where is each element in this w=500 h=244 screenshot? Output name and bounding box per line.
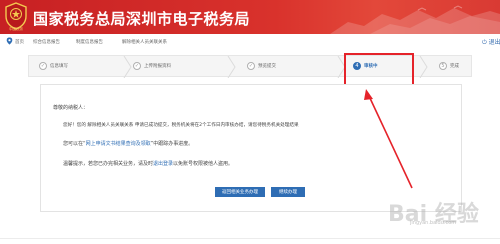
nav-item-system-info[interactable]: 制度信息报告 — [76, 39, 103, 45]
tracking-message: 您可以在“网上申请文书结果查询及领取”中跟踪办事进度。 — [63, 141, 194, 147]
return-related-business-button[interactable]: 返回相关业务办理 — [215, 187, 265, 197]
step-separator — [227, 56, 236, 78]
nav-item-general-info[interactable]: 综合信息报告 — [33, 39, 60, 45]
continue-button[interactable]: 继续办理 — [271, 187, 305, 197]
step-complete: 5 完成 — [439, 62, 459, 70]
great-wall-decoration — [330, 5, 500, 34]
step-number: 5 — [439, 62, 447, 70]
logout-inline-link[interactable]: 退出登录 — [153, 161, 173, 167]
location-pin-icon — [6, 37, 13, 45]
query-results-link[interactable]: 网上申请文书结果查询及领取 — [86, 141, 151, 147]
check-icon: ✓ — [39, 62, 47, 70]
submission-message: 您好！您的 解除相关人员关联关系 申请已成功提交，税务机关将在2个工作日内审核办… — [63, 123, 299, 128]
page-divider — [0, 238, 500, 239]
tip-message: 温馨提示，若您已办完相关业务，请及时退出登录以免账号权限被他人盗用。 — [63, 161, 234, 167]
step-fill-info: ✓ 信息填写 — [39, 62, 68, 70]
logout-label: 退出 — [488, 39, 500, 46]
site-title: 国家税务总局深圳市电子税务局 — [33, 10, 251, 28]
annotation-highlight-box — [344, 53, 414, 87]
step-upload-docs: ✓ 上传附报资料 — [133, 62, 171, 70]
step-preview-submit: ✓ 预览提交 — [247, 62, 276, 70]
logout-link[interactable]: ⏻ 退出 — [482, 37, 500, 47]
check-icon: ✓ — [247, 62, 255, 70]
result-panel: 尊敬的纳税人： 您好！您的 解除相关人员关联关系 申请已成功提交，税务机关将在2… — [40, 84, 462, 212]
site-header: 中国税务 国家税务总局深圳市电子税务局 — [0, 0, 500, 34]
greeting-text: 尊敬的纳税人： — [53, 105, 89, 111]
breadcrumb-nav: 首页 综合信息报告 制度信息报告 解除相关人员关联关系 ⏻ 退出 — [0, 36, 500, 47]
baidu-watermark-url: jingyan.baidu.com — [410, 220, 457, 226]
nav-home-link[interactable]: 首页 — [15, 39, 24, 45]
power-icon: ⏻ — [482, 39, 487, 46]
step-separator — [123, 56, 132, 78]
emblem-caption: 中国税务 — [9, 27, 23, 31]
nav-item-unlink-relations[interactable]: 解除相关人员关联关系 — [122, 39, 167, 45]
step-separator — [419, 56, 428, 78]
tax-emblem-icon — [5, 2, 27, 30]
check-icon: ✓ — [133, 62, 141, 70]
